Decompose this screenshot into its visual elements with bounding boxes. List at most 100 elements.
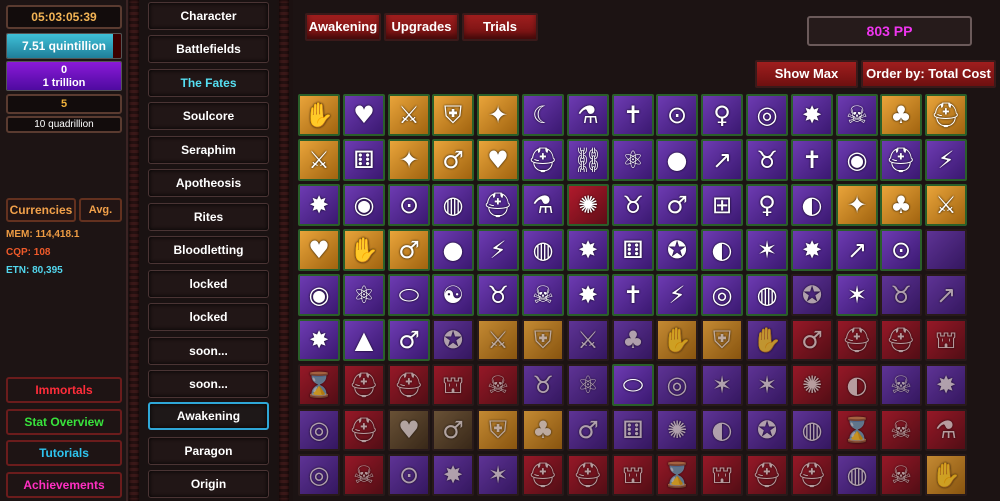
upgrade-tile[interactable]: ⛨ [701, 319, 743, 361]
nav-item-seraphim[interactable]: Seraphim [148, 136, 269, 164]
upgrade-tile[interactable]: ⚡ [656, 274, 698, 316]
upgrade-tile[interactable]: ◍ [432, 184, 474, 226]
upgrade-tile[interactable]: ✦ [836, 184, 878, 226]
order-by-button[interactable]: Order by: Total Cost [861, 60, 996, 88]
upgrade-tile[interactable]: ◉ [836, 139, 878, 181]
upgrade-tile[interactable]: ⛑ [522, 454, 564, 496]
upgrade-tile[interactable]: ☾ [522, 94, 564, 136]
nav-item-the-fates[interactable]: The Fates [148, 69, 269, 97]
upgrade-tile[interactable]: ⛫ [701, 454, 743, 496]
upgrade-tile[interactable]: ⊙ [656, 94, 698, 136]
upgrade-tile[interactable]: ✸ [298, 184, 340, 226]
upgrade-tile[interactable]: ◎ [656, 364, 698, 406]
upgrade-tile[interactable]: ☠ [343, 454, 385, 496]
currencies-button[interactable]: Currencies [6, 198, 76, 222]
upgrade-tile[interactable]: ⛑ [925, 94, 967, 136]
upgrade-tile[interactable]: ◉ [343, 184, 385, 226]
upgrade-tile[interactable]: ⛑ [388, 364, 430, 406]
avg-button[interactable]: Avg. [79, 198, 122, 222]
upgrade-tile[interactable]: ⚛ [612, 139, 654, 181]
upgrade-tile[interactable]: ⛨ [432, 94, 474, 136]
upgrade-tile[interactable]: ⬭ [388, 274, 430, 316]
upgrade-tile[interactable]: ✝ [791, 139, 833, 181]
show-max-button[interactable]: Show Max [755, 60, 858, 88]
nav-item-bloodletting[interactable]: Bloodletting [148, 236, 269, 264]
upgrade-tile[interactable]: ⛑ [880, 139, 922, 181]
nav-item-character[interactable]: Character [148, 2, 269, 30]
upgrade-tile[interactable]: ⛑ [880, 319, 922, 361]
upgrade-tile[interactable]: ⚅ [612, 229, 654, 271]
upgrade-tile[interactable]: ♀ [701, 94, 743, 136]
upgrade-tile[interactable]: ⚗ [567, 94, 609, 136]
upgrade-tile[interactable]: ⚛ [567, 364, 609, 406]
upgrade-tile[interactable]: ◎ [746, 94, 788, 136]
upgrade-tile[interactable]: ♀ [746, 184, 788, 226]
upgrade-tile[interactable]: ⚔ [925, 184, 967, 226]
upgrade-tile[interactable]: ◐ [791, 184, 833, 226]
upgrade-tile[interactable]: ✸ [567, 229, 609, 271]
upgrade-tile[interactable]: ♉ [612, 184, 654, 226]
nav-item-soon-2[interactable]: soon... [148, 370, 269, 398]
upgrade-tile[interactable]: ✸ [925, 364, 967, 406]
upgrade-tile[interactable]: ◐ [701, 229, 743, 271]
tab-upgrades[interactable]: Upgrades [384, 13, 459, 41]
upgrade-tile[interactable]: ⚗ [522, 184, 564, 226]
upgrade-tile[interactable]: ⚔ [298, 139, 340, 181]
upgrade-tile[interactable]: ✺ [567, 184, 609, 226]
upgrade-tile[interactable]: ▲ [343, 319, 385, 361]
upgrade-tile[interactable]: ⛑ [791, 454, 833, 496]
upgrade-tile[interactable]: ⚅ [343, 139, 385, 181]
upgrade-tile[interactable]: ✺ [656, 409, 698, 451]
upgrade-tile[interactable]: ♉ [746, 139, 788, 181]
upgrade-tile[interactable]: ◎ [298, 454, 340, 496]
nav-item-origin[interactable]: Origin [148, 470, 269, 498]
upgrade-tile[interactable]: ● [656, 139, 698, 181]
upgrade-tile[interactable]: ⛑ [343, 364, 385, 406]
upgrade-tile[interactable]: ⛨ [477, 409, 519, 451]
upgrade-tile[interactable]: ☠ [477, 364, 519, 406]
upgrade-tile[interactable]: ◐ [701, 409, 743, 451]
upgrade-tile[interactable]: ⛑ [567, 454, 609, 496]
upgrade-tile[interactable]: ♂ [432, 409, 474, 451]
upgrade-tile[interactable]: ↗ [701, 139, 743, 181]
upgrade-tile[interactable]: ✶ [746, 229, 788, 271]
upgrade-tile[interactable]: ♂ [388, 319, 430, 361]
upgrade-tile[interactable]: ⌛ [836, 409, 878, 451]
upgrade-tile[interactable]: ⚔ [477, 319, 519, 361]
upgrade-tile[interactable]: ⌛ [298, 364, 340, 406]
upgrade-tile[interactable]: ✪ [432, 319, 474, 361]
upgrade-tile[interactable]: ♂ [432, 139, 474, 181]
upgrade-tile[interactable]: ♉ [522, 364, 564, 406]
upgrade-tile[interactable]: ◎ [701, 274, 743, 316]
upgrade-tile[interactable]: ♥ [298, 229, 340, 271]
achievements-button[interactable]: Achievements [6, 472, 122, 498]
immortals-button[interactable]: Immortals [6, 377, 122, 403]
upgrade-tile[interactable]: ✺ [791, 364, 833, 406]
upgrade-tile[interactable]: ♣ [880, 94, 922, 136]
tutorials-button[interactable]: Tutorials [6, 440, 122, 466]
upgrade-tile[interactable]: ⚔ [388, 94, 430, 136]
upgrade-tile[interactable]: ✋ [925, 454, 967, 496]
upgrade-tile[interactable]: ⛑ [477, 184, 519, 226]
upgrade-tile[interactable]: ☯ [432, 274, 474, 316]
upgrade-tile[interactable]: ☠ [836, 94, 878, 136]
nav-item-awakening[interactable]: Awakening [148, 402, 269, 430]
upgrade-tile[interactable]: ✦ [388, 139, 430, 181]
upgrade-tile[interactable]: ✦ [477, 94, 519, 136]
nav-item-locked-1[interactable]: locked [148, 270, 269, 298]
upgrade-tile[interactable]: ✪ [791, 274, 833, 316]
upgrade-tile[interactable]: ⛨ [522, 319, 564, 361]
upgrade-tile[interactable]: ⛓ [567, 139, 609, 181]
upgrade-tile[interactable]: ☠ [880, 364, 922, 406]
tab-awakening[interactable]: Awakening [305, 13, 381, 41]
upgrade-tile[interactable]: ♂ [388, 229, 430, 271]
upgrade-tile[interactable]: ✸ [791, 229, 833, 271]
upgrade-tile[interactable]: ◎ [298, 409, 340, 451]
upgrade-tile[interactable]: ✪ [656, 229, 698, 271]
upgrade-tile[interactable]: ♉ [477, 274, 519, 316]
upgrade-tile[interactable]: ♣ [612, 319, 654, 361]
upgrade-tile[interactable]: ⛫ [612, 454, 654, 496]
upgrade-tile[interactable]: ✶ [701, 364, 743, 406]
upgrade-tile[interactable]: ✝ [612, 94, 654, 136]
upgrade-tile[interactable]: ☠ [880, 454, 922, 496]
